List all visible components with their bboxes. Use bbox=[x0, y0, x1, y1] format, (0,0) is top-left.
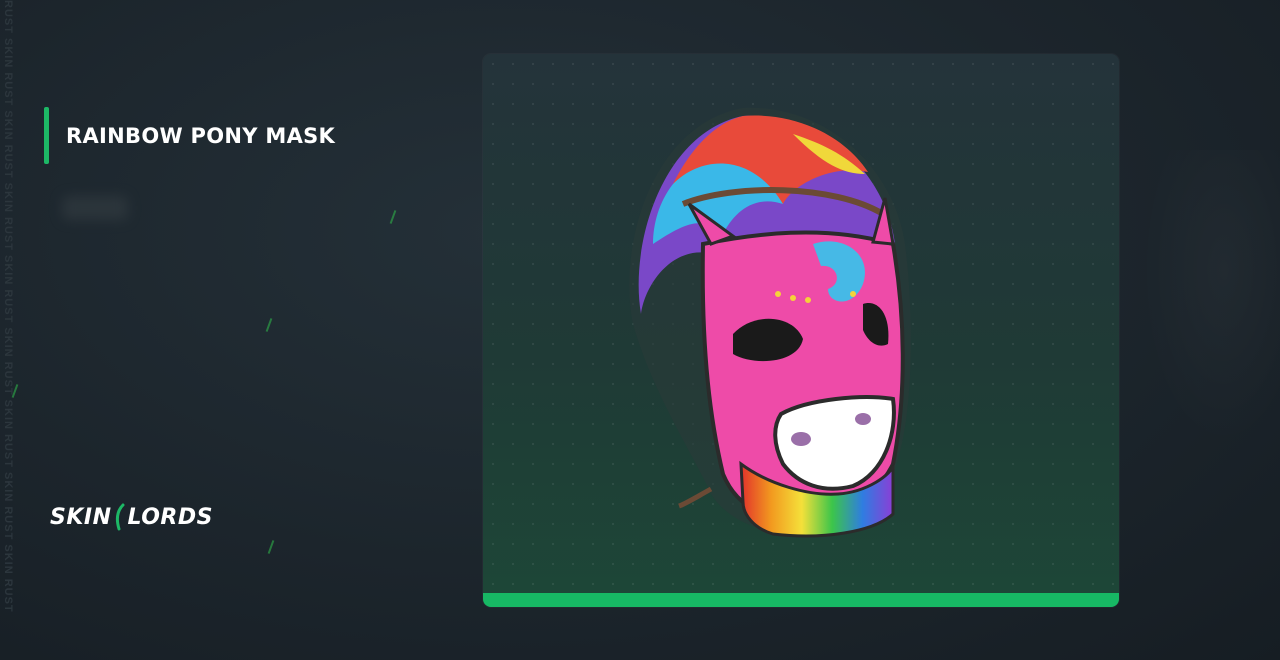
decorative-streak bbox=[265, 318, 273, 332]
skinlords-logo[interactable]: SKIN LORDS bbox=[50, 500, 213, 534]
background-blur bbox=[1140, 150, 1280, 450]
rainbow-pony-mask-icon bbox=[629, 107, 911, 538]
item-title-block: RAINBOW PONY MASK bbox=[44, 107, 335, 164]
skinlords-slash-icon bbox=[113, 503, 127, 531]
watermark-label: RUST SKIN RUST SKIN RUST SKIN RUST SKIN … bbox=[2, 0, 14, 613]
item-title: RAINBOW PONY MASK bbox=[66, 123, 336, 148]
blurred-tag bbox=[62, 196, 128, 220]
item-card bbox=[483, 54, 1119, 607]
title-accent-bar bbox=[44, 107, 49, 164]
card-accent-bar bbox=[483, 593, 1119, 607]
decorative-streak bbox=[389, 210, 397, 224]
logo-text-lords: LORDS bbox=[127, 504, 213, 530]
logo-text-skin: SKIN bbox=[50, 504, 112, 530]
side-watermark-text: RUST SKIN RUST SKIN RUST SKIN RUST SKIN … bbox=[2, 0, 18, 660]
decorative-streak bbox=[267, 540, 275, 554]
